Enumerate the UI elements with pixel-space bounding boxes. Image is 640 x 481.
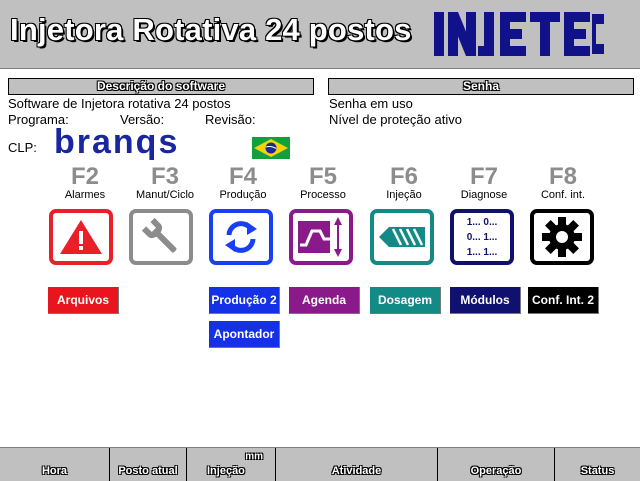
status-operacao: Operação — [438, 448, 555, 481]
brazil-flag-icon — [252, 137, 290, 159]
status-atividade: Atividade — [276, 448, 438, 481]
header-bar: Injetora Rotativa 24 postos — [0, 0, 640, 69]
senha-section-header: Senha — [328, 78, 634, 95]
process-profile-icon — [298, 217, 342, 257]
producao-button[interactable] — [209, 209, 273, 265]
clp-brand-logo: branqs — [54, 123, 180, 161]
producao-2-button[interactable]: Produção 2 — [209, 287, 280, 314]
clp-label: CLP: — [8, 140, 37, 155]
screw-icon — [379, 227, 425, 247]
gear-icon — [542, 217, 582, 257]
senha-em-uso: Senha em uso — [329, 96, 413, 111]
manut-ciclo-button[interactable] — [129, 209, 193, 265]
arquivos-button[interactable]: Arquivos — [48, 287, 119, 314]
software-section-header: Descrição do software — [8, 78, 314, 95]
status-status: Status — [580, 465, 615, 477]
page-title: Injetora Rotativa 24 postos — [10, 12, 412, 47]
refresh-icon — [225, 221, 257, 253]
conf-int-2-button[interactable]: Conf. Int. 2 — [528, 287, 599, 314]
agenda-button[interactable]: Agenda — [289, 287, 360, 314]
diagnose-button[interactable]: 1... 0... 0... 1... 1... 1... — [450, 209, 514, 265]
warning-icon — [60, 220, 102, 254]
apontador-button[interactable]: Apontador — [209, 321, 280, 348]
status-injecao: mm Injeção — [187, 448, 276, 481]
status-bar: Hora Posto atual mm Injeção Atividade Op… — [0, 447, 640, 481]
revisao-label: Revisão: — [205, 112, 256, 127]
alarmes-button[interactable] — [49, 209, 113, 265]
modulos-button[interactable]: Módulos — [450, 287, 521, 314]
conf-int-button[interactable] — [530, 209, 594, 265]
injecao-button[interactable] — [370, 209, 434, 265]
software-description: Software de Injetora rotativa 24 postos — [8, 96, 231, 111]
binary-icon: 1... 0... 0... 1... 1... 1... — [466, 216, 498, 258]
injetec-logo — [434, 12, 604, 56]
dosagem-button[interactable]: Dosagem — [370, 287, 441, 314]
processo-button[interactable] — [289, 209, 353, 265]
status-hora: Hora — [0, 448, 110, 481]
status-posto-atual: Posto atual — [110, 448, 187, 481]
wrench-icon — [141, 217, 177, 253]
nivel-protecao: Nível de proteção ativo — [329, 112, 462, 127]
